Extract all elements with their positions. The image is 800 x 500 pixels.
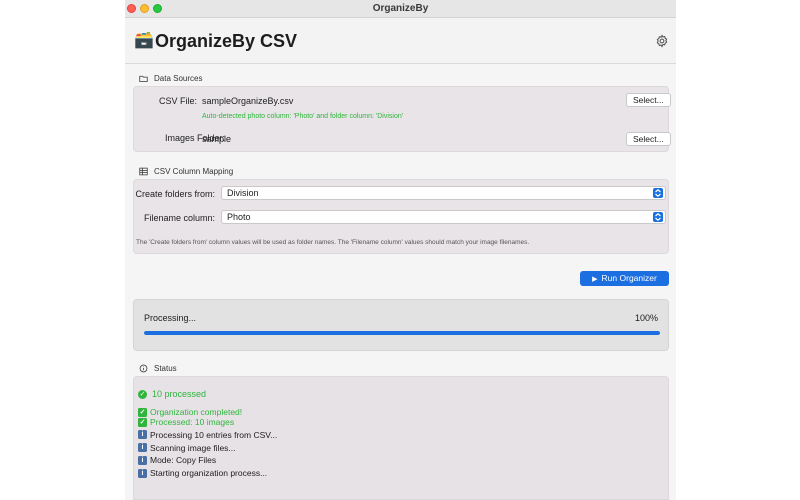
window-title: OrganizeBy: [372, 3, 429, 14]
gear-icon[interactable]: [655, 34, 669, 48]
create-folders-select[interactable]: Division: [221, 186, 666, 200]
info-icon: i: [138, 455, 147, 465]
log-item: i Starting organization process...: [138, 468, 277, 478]
create-folders-value: Division: [227, 188, 259, 198]
progress-bar-fill: [144, 331, 660, 335]
log-item: i Processing 10 entries from CSV...: [138, 430, 277, 440]
updown-chevron-icon: [653, 188, 663, 198]
filename-column-select[interactable]: Photo: [221, 210, 666, 224]
title-bar: OrganizeBy: [125, 0, 676, 18]
create-folders-label: Create folders from:: [135, 189, 215, 199]
csv-file-value: sampleOrganizeBy.csv: [202, 96, 294, 106]
log-item: ✓ Processed: 10 images: [138, 417, 235, 427]
log-item: i Scanning image files...: [138, 443, 277, 453]
select-csv-button[interactable]: Select...: [626, 93, 671, 107]
column-mapping-panel: Create folders from: Division Filename c…: [133, 179, 669, 254]
data-sources-heading: Data Sources: [139, 74, 202, 83]
folder-icon: [139, 75, 148, 82]
data-sources-panel: CSV File: sampleOrganizeBy.csv Auto-dete…: [133, 86, 671, 152]
filename-column-value: Photo: [227, 212, 251, 222]
table-icon: [139, 167, 148, 176]
progress-panel: Processing... 100%: [133, 299, 669, 351]
info-circle-icon: [139, 364, 148, 373]
info-icon: i: [138, 430, 147, 440]
info-icon: i: [138, 443, 147, 453]
filename-column-label: Filename column:: [143, 213, 215, 223]
card-file-box-icon: 🗃️: [134, 32, 154, 49]
progress-bar: [144, 331, 660, 335]
select-images-folder-button[interactable]: Select...: [626, 132, 671, 146]
updown-chevron-icon: [653, 212, 663, 222]
images-folder-value: sample: [202, 134, 232, 144]
main-content: Data Sources CSV File: sampleOrganizeBy.…: [125, 64, 676, 500]
check-mark-icon: ✓: [138, 417, 147, 427]
status-panel: ✓ 10 processed ✓ Organization completed!…: [133, 376, 669, 500]
play-icon: ▶: [592, 276, 598, 283]
auto-detect-hint: Auto-detected photo column: 'Photo' and …: [202, 113, 404, 120]
status-heading: Status: [139, 364, 177, 373]
log-item: ✓ Organization completed!: [138, 407, 243, 417]
check-mark-icon: ✓: [138, 407, 147, 417]
check-circle-icon: ✓: [138, 389, 147, 399]
csv-file-label: CSV File:: [158, 96, 197, 106]
progress-percent: 100%: [634, 313, 658, 323]
app-window: OrganizeBy 🗃️ OrganizeBy CSV Data Source…: [125, 0, 676, 500]
progress-label: Processing...: [144, 313, 197, 323]
run-organizer-button[interactable]: ▶ Run Organizer: [580, 271, 669, 286]
app-header: 🗃️ OrganizeBy CSV: [125, 18, 676, 64]
log-item: i Mode: Copy Files: [138, 455, 277, 465]
column-mapping-heading: CSV Column Mapping: [139, 167, 233, 176]
status-log: ✓ Organization completed! ✓ Processed: 1…: [138, 407, 277, 481]
processed-summary: ✓ 10 processed: [138, 389, 207, 399]
info-icon: i: [138, 468, 147, 478]
page-title: OrganizeBy CSV: [155, 31, 298, 51]
mapping-help-text: The 'Create folders from' column values …: [136, 239, 530, 246]
